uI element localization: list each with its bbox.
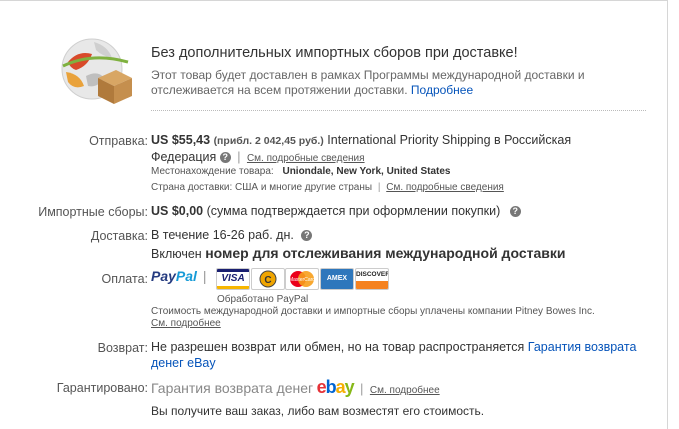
discover-card-icon: DISCOVER [355, 268, 389, 290]
payment-note: Стоимость международной доставки и импор… [151, 306, 595, 317]
shipping-price: US $55,43 [151, 133, 211, 147]
location-label: Местонахождение товара: [151, 166, 274, 177]
countries-row: Страна доставки: США и многие другие стр… [151, 182, 504, 193]
maestro-card-icon: C [251, 268, 285, 290]
guarantee-row: Гарантия возврата денег ebay | См. подро… [151, 377, 440, 398]
returns-value: Не разрешен возврат или обмен, но на тов… [151, 339, 666, 371]
help-icon[interactable]: ? [509, 206, 521, 217]
countries-label: Страна доставки: [151, 182, 233, 193]
divider [151, 110, 646, 111]
delivery-time: В течение 16-26 раб. дн. [151, 228, 294, 242]
import-value: US $0,00 (сумма подтверждается при оформ… [151, 204, 521, 218]
guarantee-details-link[interactable]: См. подробнее [370, 385, 440, 396]
processed-by-paypal: Обработано PayPal [217, 294, 309, 305]
countries-value: США и многие другие страны [235, 182, 373, 193]
guarantee-text: Гарантия возврата денег [151, 380, 314, 396]
promo-title: Без дополнительных импортных сборов при … [151, 45, 518, 61]
promo-more-link[interactable]: Подробнее [411, 83, 473, 97]
shipping-approx: (прибл. 2 042,45 руб.) [213, 135, 324, 147]
separator: | [377, 182, 381, 193]
import-label: Импортные сборы: [38, 205, 148, 219]
guarantee-desc: Вы получите ваш заказ, либо вам возместя… [151, 404, 485, 418]
promo-desc-text: Этот товар будет доставлен в рамках Прог… [151, 68, 585, 97]
guarantee-label: Гарантировано: [56, 381, 148, 395]
visa-card-icon: VISA [216, 268, 250, 290]
separator: | [237, 150, 241, 164]
shipping-value: US $55,43 (прибл. 2 042,45 руб.) Interna… [151, 132, 611, 167]
help-icon[interactable]: ? [301, 230, 313, 241]
delivery-label: Доставка: [90, 229, 148, 243]
import-amount: US $0,00 [151, 204, 204, 218]
mastercard-icon: MasterCard [285, 268, 319, 290]
shipping-details-link[interactable]: См. подробные сведения [247, 153, 365, 164]
tracking-row: Включен номер для отслеживания междунаро… [151, 245, 565, 261]
svg-text:C: C [264, 275, 271, 286]
amex-card-icon: AMEX [320, 268, 354, 290]
paypal-logo: PayPal | [151, 268, 206, 292]
payment-label: Оплата: [101, 272, 148, 286]
separator: | [360, 382, 364, 396]
payment-note-link-wrap: См. подробнее [151, 318, 221, 329]
separator: | [202, 268, 207, 284]
ebay-logo: ebay [316, 377, 355, 397]
help-icon[interactable]: ? [219, 152, 231, 163]
promo-description: Этот товар будет доставлен в рамках Прог… [151, 68, 611, 98]
svg-text:MasterCard: MasterCard [289, 277, 315, 283]
paypal-pal: Pal [175, 268, 197, 284]
delivery-time-row: В течение 16-26 раб. дн. ? [151, 228, 313, 242]
location-row: Местонахождение товара: Uniondale, New Y… [151, 166, 450, 177]
returns-label: Возврат: [97, 341, 148, 355]
paypal-pay: Pay [151, 268, 176, 284]
tracking-text: номер для отслеживания международной дос… [205, 245, 566, 261]
globe-box-icon [61, 38, 132, 104]
returns-text: Не разрешен возврат или обмен, но на тов… [151, 340, 525, 354]
tracking-included: Включен [151, 247, 202, 261]
payment-note-link[interactable]: См. подробнее [151, 318, 221, 329]
shipping-label: Отправка: [89, 134, 148, 148]
location-value: Uniondale, New York, United States [282, 166, 451, 177]
import-note: (сумма подтверждается при оформлении пок… [206, 204, 501, 218]
countries-details-link[interactable]: См. подробные сведения [386, 182, 504, 193]
